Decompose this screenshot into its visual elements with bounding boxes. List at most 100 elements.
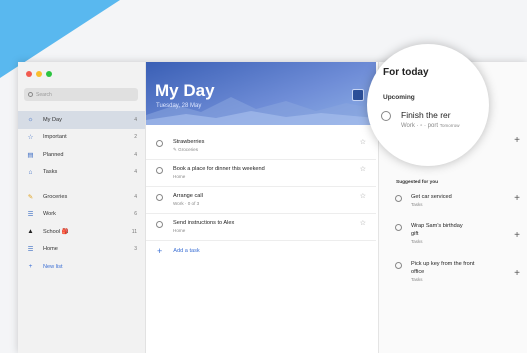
add-to-my-day-plus-icon[interactable]: + — [514, 193, 520, 204]
complete-task-checkbox[interactable] — [156, 221, 163, 228]
suggestion-text: Pick up key from the front office Tasks — [411, 260, 487, 282]
page-date: Tuesday, 28 May — [156, 103, 202, 109]
page-title: My Day — [155, 81, 215, 100]
add-to-my-day-plus-icon[interactable]: + — [514, 135, 520, 146]
task-list: Strawberries ✎ Groceries ☆ Book a place … — [146, 133, 376, 261]
sidebar-item-count: 4 — [134, 116, 137, 123]
task-subtitle: Home — [173, 228, 186, 233]
task-row[interactable]: Strawberries ✎ Groceries ☆ — [146, 133, 376, 160]
sidebar-item-count: 2 — [134, 134, 137, 141]
suggestion-subtitle: Tasks — [411, 277, 423, 282]
sun-icon: ☼ — [27, 116, 34, 124]
complete-task-checkbox[interactable] — [156, 194, 163, 201]
complete-task-checkbox[interactable] — [381, 111, 391, 121]
window-controls — [26, 71, 52, 77]
plus-icon: + — [28, 263, 33, 271]
task-row[interactable]: Arrange call Work · 0 of 3 ☆ — [146, 187, 376, 214]
main-pane: My Day Tuesday, 28 May Strawberries ✎ Gr… — [146, 62, 376, 353]
my-day-header: My Day Tuesday, 28 May — [146, 62, 376, 125]
sidebar-item-label: Planned — [43, 151, 64, 158]
zoom-window-button[interactable] — [46, 71, 52, 77]
task-title: Send instructions to Alex — [173, 220, 235, 226]
plus-icon: + — [157, 246, 163, 256]
sidebar-item-label: Important — [43, 134, 67, 141]
sidebar-item-count: 3 — [134, 246, 137, 253]
sidebar-item-important[interactable]: ☆ Important 2 — [18, 129, 145, 147]
list-icon: ☰ — [27, 246, 34, 254]
sidebar-item-groceries[interactable]: ✎ Groceries 4 — [18, 188, 145, 206]
suggestions-lightbulb-button[interactable] — [352, 89, 364, 101]
sidebar-item-label: Groceries — [43, 193, 68, 200]
sidebar: Search ☼ My Day 4 ☆ Important 2 ▤ Planne… — [18, 62, 146, 353]
new-list-button[interactable]: + New list — [18, 258, 145, 276]
star-icon[interactable]: ☆ — [360, 219, 366, 227]
suggestion-item[interactable]: Wrap Sam's birthday gift Tasks — [395, 222, 520, 244]
suggestions-panel: Suggested for you Get car serviced Tasks… — [367, 44, 527, 353]
suggestion-title: Wrap Sam's birthday gift — [411, 223, 463, 237]
task-title: Arrange call — [173, 193, 203, 199]
sidebar-item-count: 11 — [131, 228, 137, 235]
star-icon[interactable]: ☆ — [360, 165, 366, 173]
upcoming-task-list: Work · ▫ · port — [401, 123, 439, 129]
magnifier-lens: For today Upcoming Finish the rer Work ·… — [367, 44, 489, 166]
task-subtitle: Home — [173, 174, 186, 179]
complete-task-checkbox[interactable] — [395, 195, 402, 202]
sidebar-item-label: School 🎒 — [43, 228, 69, 235]
search-icon — [28, 92, 33, 97]
sidebar-item-count: 4 — [134, 193, 137, 200]
home-icon: ⌂ — [28, 168, 33, 176]
graduation-cap-icon: ▲ — [27, 228, 34, 236]
add-task-label: Add a task — [173, 248, 200, 254]
sidebar-item-label: Tasks — [43, 169, 58, 176]
suggestion-subtitle: Tasks — [411, 239, 423, 244]
task-title: Strawberries — [173, 139, 205, 145]
sidebar-item-school[interactable]: ▲ School 🎒 11 — [18, 223, 145, 241]
sidebar-divider — [18, 181, 145, 188]
task-text: Send instructions to Alex Home — [173, 220, 360, 233]
task-text: Book a place for dinner this weekend Hom… — [173, 166, 360, 179]
sidebar-item-count: 4 — [134, 169, 137, 176]
sidebar-nav: ☼ My Day 4 ☆ Important 2 ▤ Planned 4 ⌂ T… — [18, 111, 145, 276]
suggestion-text: Get car serviced Tasks — [411, 193, 452, 207]
add-to-my-day-plus-icon[interactable]: + — [514, 230, 520, 241]
upcoming-task[interactable]: Finish the rer Work · ▫ · port Tomorrow — [381, 110, 459, 129]
task-subtitle: Work · 0 of 3 — [173, 201, 200, 206]
sidebar-item-my-day[interactable]: ☼ My Day 4 — [18, 111, 145, 129]
suggestion-subtitle: Tasks — [411, 202, 423, 207]
suggestion-title: Get car serviced — [411, 194, 452, 200]
add-task-button[interactable]: + Add a task — [146, 241, 376, 261]
upcoming-task-subtitle: Work · ▫ · port Tomorrow — [401, 123, 459, 129]
suggestion-item[interactable]: Get car serviced Tasks — [395, 193, 520, 207]
add-to-my-day-plus-icon[interactable]: + — [514, 268, 520, 279]
search-input[interactable]: Search — [24, 88, 138, 101]
suggestion-title: Pick up key from the front office — [411, 261, 475, 275]
star-icon[interactable]: ☆ — [360, 192, 366, 200]
close-window-button[interactable] — [26, 71, 32, 77]
task-text: Arrange call Work · 0 of 3 — [173, 193, 360, 206]
sidebar-item-label: My Day — [43, 116, 62, 123]
sidebar-item-label: Work — [43, 211, 56, 218]
upcoming-task-title: Finish the rer — [401, 110, 451, 120]
upcoming-task-due: Tomorrow — [439, 123, 460, 128]
star-icon: ☆ — [27, 134, 34, 142]
sidebar-item-work[interactable]: ☰ Work 6 — [18, 206, 145, 224]
task-row[interactable]: Send instructions to Alex Home ☆ — [146, 214, 376, 241]
task-subtitle: ✎ Groceries — [173, 147, 199, 152]
sidebar-item-tasks[interactable]: ⌂ Tasks 4 — [18, 164, 145, 182]
complete-task-checkbox[interactable] — [395, 262, 402, 269]
calendar-icon: ▤ — [27, 151, 34, 159]
minimize-window-button[interactable] — [36, 71, 42, 77]
complete-task-checkbox[interactable] — [156, 140, 163, 147]
complete-task-checkbox[interactable] — [156, 167, 163, 174]
sidebar-item-count: 4 — [134, 151, 137, 158]
search-placeholder: Search — [36, 91, 52, 98]
star-icon[interactable]: ☆ — [360, 138, 366, 146]
task-row[interactable]: Book a place for dinner this weekend Hom… — [146, 160, 376, 187]
sidebar-item-planned[interactable]: ▤ Planned 4 — [18, 146, 145, 164]
complete-task-checkbox[interactable] — [395, 224, 402, 231]
upcoming-heading: Upcoming — [383, 94, 415, 101]
pencil-icon: ✎ — [27, 193, 34, 201]
suggestion-item[interactable]: Pick up key from the front office Tasks — [395, 260, 520, 282]
sidebar-item-home[interactable]: ☰ Home 3 — [18, 241, 145, 259]
suggestion-text: Wrap Sam's birthday gift Tasks — [411, 222, 467, 244]
